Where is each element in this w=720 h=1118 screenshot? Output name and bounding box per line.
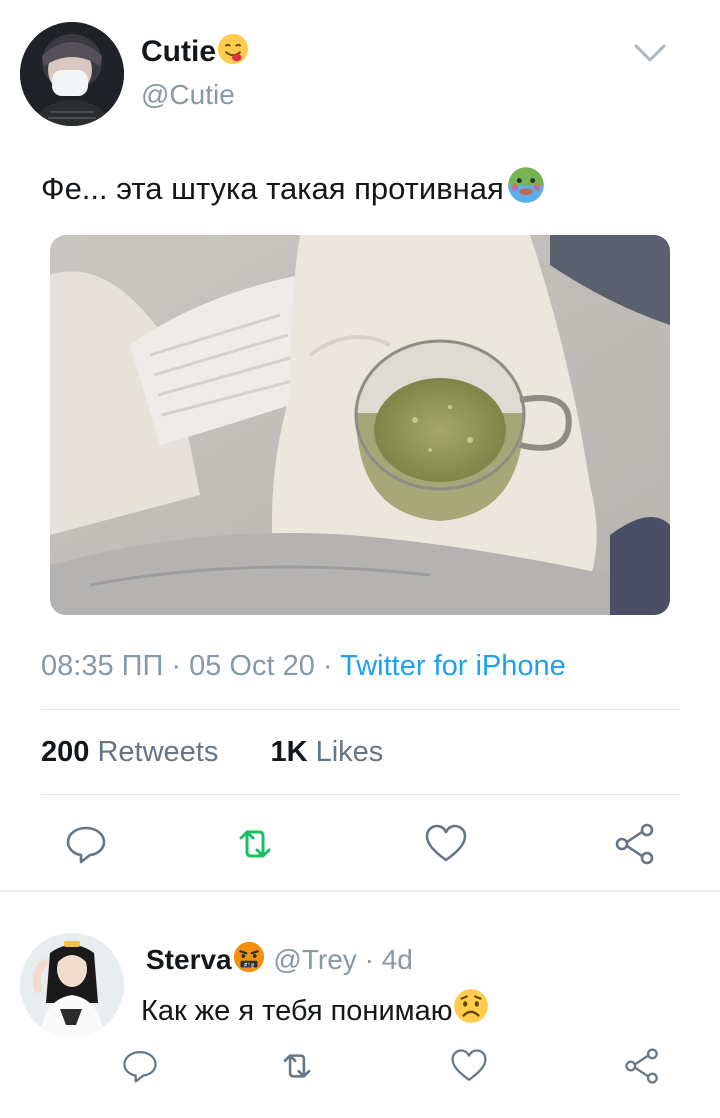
face-with-symbols-emoji: #!@ <box>233 941 264 973</box>
reply-text: Как же я тебя понимаю <box>141 987 490 1028</box>
tweet-text-content: Фе... эта штука такая противная <box>41 171 504 206</box>
divider <box>41 709 680 710</box>
reply-author-handle[interactable]: @Trey <box>273 944 356 975</box>
likes-stat[interactable]: 1K Likes <box>270 736 383 768</box>
reply-age: 4d <box>381 944 413 975</box>
reply-header: Sterva #!@ @Trey · 4d <box>146 940 413 976</box>
reply-icon[interactable] <box>121 1047 159 1085</box>
retweet-icon[interactable] <box>233 822 277 866</box>
share-icon[interactable] <box>613 822 657 866</box>
retweets-label: Retweets <box>97 736 219 768</box>
divider <box>41 794 680 795</box>
reply-text-content: Как же я тебя понимаю <box>141 995 453 1027</box>
author-avatar[interactable] <box>20 22 124 126</box>
worried-face-emoji <box>454 989 489 1023</box>
author-handle[interactable]: @Cutie <box>141 79 235 111</box>
meta-separator: · <box>171 650 190 682</box>
reply-icon[interactable] <box>64 822 108 866</box>
author-name-text: Cutie <box>141 35 216 68</box>
tweet-text: Фе... эта штука такая противная <box>41 165 546 207</box>
nauseated-face-emoji <box>508 167 544 203</box>
author-name[interactable]: Cutie <box>141 32 250 69</box>
reply-action-bar <box>0 1045 720 1095</box>
reply-author-avatar[interactable] <box>20 933 124 1037</box>
meta-separator: · <box>322 650 341 682</box>
reply-author-name[interactable]: Sterva <box>146 944 232 975</box>
reply-tweet[interactable]: Sterva #!@ @Trey · 4d Как же я тебя поним… <box>0 930 720 1118</box>
tweet-action-bar <box>0 812 720 872</box>
reply-separator: · <box>364 944 374 975</box>
section-separator <box>0 890 720 892</box>
retweets-stat[interactable]: 200 Retweets <box>41 736 218 768</box>
tweet-stats: 200 Retweets 1K Likes <box>41 736 383 769</box>
chevron-down-icon[interactable] <box>632 38 668 68</box>
tweet-header: Cutie @Cutie <box>20 22 700 128</box>
svg-text:#!@: #!@ <box>244 962 255 968</box>
tweet-source-link[interactable]: Twitter for iPhone <box>340 650 566 682</box>
tweet-meta: 08:35 ПП · 05 Oct 20 · Twitter for iPhon… <box>41 650 566 683</box>
face-savoring-food-emoji <box>217 33 249 65</box>
tweet-time: 08:35 ПП <box>41 650 164 682</box>
retweet-icon[interactable] <box>278 1047 316 1085</box>
retweets-count: 200 <box>41 736 90 768</box>
likes-count: 1K <box>270 736 308 768</box>
tweet-photo[interactable] <box>50 235 670 615</box>
heart-icon[interactable] <box>424 822 468 866</box>
heart-icon[interactable] <box>450 1047 488 1085</box>
tweet-date: 05 Oct 20 <box>189 650 315 682</box>
share-icon[interactable] <box>623 1047 661 1085</box>
likes-label: Likes <box>315 736 384 768</box>
